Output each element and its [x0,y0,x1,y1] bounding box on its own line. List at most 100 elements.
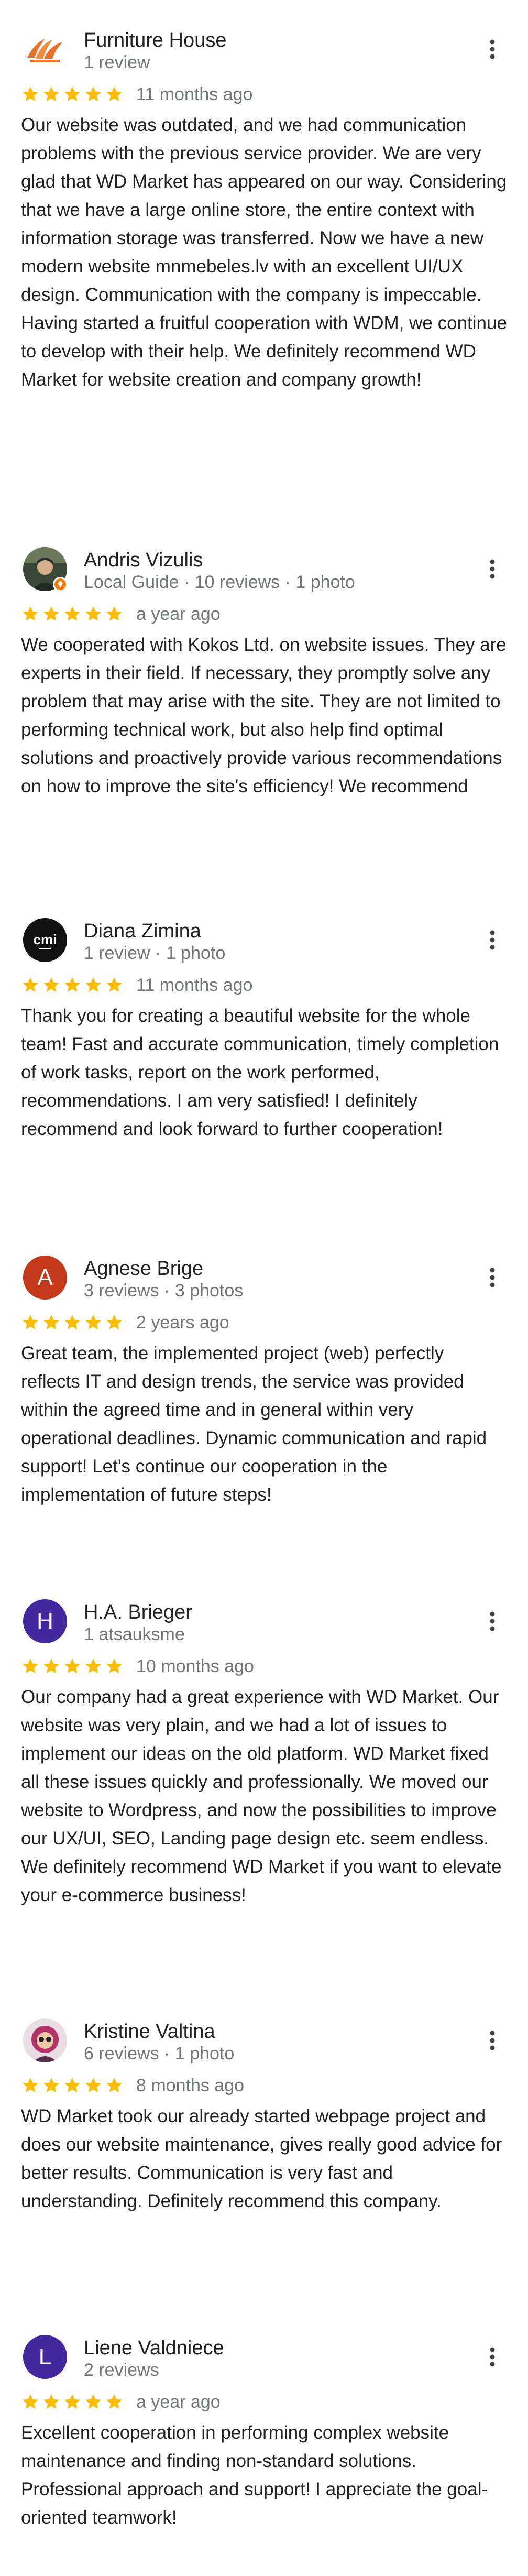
svg-text:cmi: cmi [34,932,57,947]
review-text: Great team, the implemented project (web… [21,1343,487,1505]
star-icon [64,977,80,992]
star-icon [64,1658,80,1673]
avatar-letter-text: L [38,2344,52,2370]
reviewer-name[interactable]: Agnese Brige [84,1258,203,1280]
review-date: a year ago [136,604,221,624]
local-guide-badge-icon [53,577,68,592]
star-icon [85,2394,101,2409]
rating-row: a year ago [21,602,221,627]
reviewer-name[interactable]: Liene Valdniece [84,2337,224,2360]
star-icon [43,606,59,621]
star-icon [106,1315,122,1329]
avatar[interactable] [23,2018,67,2062]
star-icon [85,1315,101,1329]
avatar-letter-text: H [37,1608,53,1634]
star-icon [64,86,80,101]
star-icon [106,2394,122,2409]
star-icon [64,1315,80,1329]
review-text: Thank you for creating a beautiful websi… [21,1006,499,1139]
star-icon [23,86,38,101]
reviewer-name[interactable]: H.A. Brieger [84,1601,192,1624]
star-icon [43,2394,59,2409]
star-icon [106,1658,122,1673]
star-icon [64,2078,80,2092]
star-icon [64,2394,80,2409]
review-date: 8 months ago [136,2075,245,2095]
star-rating [21,85,126,104]
star-icon [85,606,101,621]
reviewer-meta[interactable]: 1 review · 1 photo [84,943,225,964]
avatar-letter[interactable]: L [23,2335,67,2379]
reviewer-meta[interactable]: 1 review [84,52,150,73]
star-icon [106,977,122,992]
more-vert-icon[interactable] [483,1610,502,1633]
star-icon [43,1315,59,1329]
star-icon [85,1658,101,1673]
rating-row: 10 months ago [21,1654,254,1679]
reviewer-meta[interactable]: 2 reviews [84,2360,159,2381]
review-date: 2 years ago [136,1312,229,1333]
star-icon [85,2078,101,2092]
more-vert-icon[interactable] [483,1266,502,1289]
star-icon [43,86,59,101]
reviewer-meta[interactable]: 3 reviews · 3 photos [84,1281,243,1301]
star-icon [43,1658,59,1673]
star-icon [23,977,38,992]
review-date: 10 months ago [136,1656,254,1676]
review-text: Excellent cooperation in performing comp… [21,2422,488,2528]
star-icon [85,977,101,992]
reviewer-meta[interactable]: 6 reviews · 1 photo [84,2044,234,2064]
rating-row: 2 years ago [21,1310,229,1335]
reviewer-name[interactable]: Diana Zimina [84,920,201,943]
review-text: Our company had a great experience with … [21,1687,502,1905]
star-icon [23,2078,38,2092]
reviewer-name[interactable]: Andris Vizulis [84,549,203,572]
star-icon [23,1658,38,1673]
star-icon [106,2078,122,2092]
review-date: 11 months ago [136,84,253,104]
star-icon [23,2394,38,2409]
more-vert-icon[interactable] [483,929,502,952]
star-icon [23,1315,38,1329]
avatar-letter-text: A [37,1264,53,1290]
review-date: a year ago [136,2392,221,2412]
star-icon [23,606,38,621]
reviewer-meta[interactable]: Local Guide · 10 reviews · 1 photo [84,572,355,593]
avatar[interactable]: cmi [23,918,67,962]
avatar-letter[interactable]: H [23,1599,67,1643]
star-rating [21,2076,126,2095]
star-rating [21,1657,126,1676]
cmi-logo: cmi [23,918,67,962]
reviewer-name[interactable]: Kristine Valtina [84,2021,215,2043]
star-icon [106,606,122,621]
star-icon [85,86,101,101]
star-rating [21,605,126,624]
profile-photo [23,2018,67,2062]
reviews-list: Furniture House 1 review 11 months ago O… [0,0,528,2576]
review-text: WD Market took our already started webpa… [21,2106,502,2211]
avatar[interactable] [23,27,67,71]
review-text: We cooperated with Kokos Ltd. on website… [21,635,507,796]
avatar[interactable] [23,547,68,592]
rating-row: 8 months ago [21,2073,244,2098]
star-rating [21,976,126,995]
more-vert-icon[interactable] [483,558,502,581]
reviewer-meta[interactable]: 1 atsauksme [84,1624,185,1645]
star-icon [64,606,80,621]
furniture-house-logo [23,27,67,71]
star-icon [43,977,59,992]
rating-row: 11 months ago [21,973,252,998]
star-icon [106,86,122,101]
avatar-letter[interactable]: A [23,1256,67,1300]
reviewer-name[interactable]: Furniture House [84,29,226,52]
review-text: Our website was outdated, and we had com… [21,115,507,390]
more-vert-icon[interactable] [483,2029,502,2052]
rating-row: 11 months ago [21,82,252,107]
star-rating [21,1313,126,1332]
rating-row: a year ago [21,2389,221,2415]
more-vert-icon[interactable] [483,38,502,61]
star-icon [43,2078,59,2092]
review-date: 11 months ago [136,975,253,995]
more-vert-icon[interactable] [483,2345,502,2368]
star-rating [21,2393,126,2411]
